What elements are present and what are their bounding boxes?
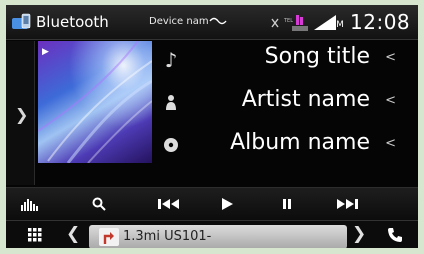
equalizer-icon <box>21 199 38 211</box>
album-row[interactable]: Album name < <box>152 126 418 166</box>
album-art[interactable]: ▶ <box>38 41 152 163</box>
song-title: Song title <box>264 44 370 69</box>
source-title[interactable]: Bluetooth <box>36 13 109 31</box>
clock-ampm: AM <box>330 20 344 30</box>
pause-button[interactable] <box>262 188 312 220</box>
next-track-button[interactable] <box>322 188 372 220</box>
equalizer-button[interactable] <box>6 188 56 220</box>
play-icon <box>222 198 233 210</box>
nav-distance: 1.3mi <box>123 229 160 244</box>
song-title-row[interactable]: ♪ Song title < <box>152 40 418 80</box>
search-icon <box>92 197 106 211</box>
phone-icon[interactable] <box>387 227 403 243</box>
status-header: Bluetooth Device nam TEL AM 12:08 <box>6 5 418 40</box>
grid-menu-icon[interactable] <box>28 228 42 242</box>
artist-name: Artist name <box>241 87 370 112</box>
chevron-right-icon[interactable]: ❯ <box>352 224 366 244</box>
transport-bar <box>6 187 418 220</box>
artist-row[interactable]: Artist name < <box>152 83 418 123</box>
disc-icon <box>164 138 178 152</box>
tel-label: TEL <box>283 18 293 24</box>
device-name-text: Device nam <box>149 16 209 27</box>
album-art-streaks <box>38 41 152 163</box>
navigation-widget[interactable]: 1.3mi US101- <box>89 225 347 248</box>
turn-arrow-icon <box>99 228 119 246</box>
search-button[interactable] <box>74 188 124 220</box>
chevron-left-icon[interactable]: < <box>385 50 396 65</box>
phone-status-icon <box>292 15 308 31</box>
side-menu-tab[interactable]: ❯ <box>6 41 35 185</box>
previous-track-button[interactable] <box>144 188 194 220</box>
chevron-right-icon: ❯ <box>15 105 29 124</box>
chevron-left-icon[interactable]: ❮ <box>66 224 80 244</box>
clock-time: 12:08 <box>350 10 411 34</box>
album-name: Album name <box>230 130 370 155</box>
bluetooth-phone-icon[interactable] <box>10 13 36 31</box>
navigation-text: 1.3mi US101- <box>123 229 211 244</box>
nav-road: US101- <box>164 229 212 244</box>
chevron-left-icon[interactable]: < <box>385 136 396 151</box>
bottom-bar: ❮ 1.3mi US101- ❯ <box>6 220 418 248</box>
bluetooth-device-icon <box>209 17 227 25</box>
head-unit-screen: Bluetooth Device nam TEL AM 12:08 ❯ ▶ ♪ … <box>6 5 418 248</box>
shuffle-icon <box>271 18 279 28</box>
skip-previous-icon <box>158 199 179 209</box>
chevron-left-icon[interactable]: < <box>385 93 396 108</box>
person-icon <box>166 95 176 110</box>
music-note-icon: ♪ <box>164 48 178 72</box>
pause-icon <box>283 199 291 209</box>
play-button[interactable] <box>202 188 252 220</box>
skip-next-icon <box>337 199 358 209</box>
device-name: Device nam <box>149 16 227 27</box>
